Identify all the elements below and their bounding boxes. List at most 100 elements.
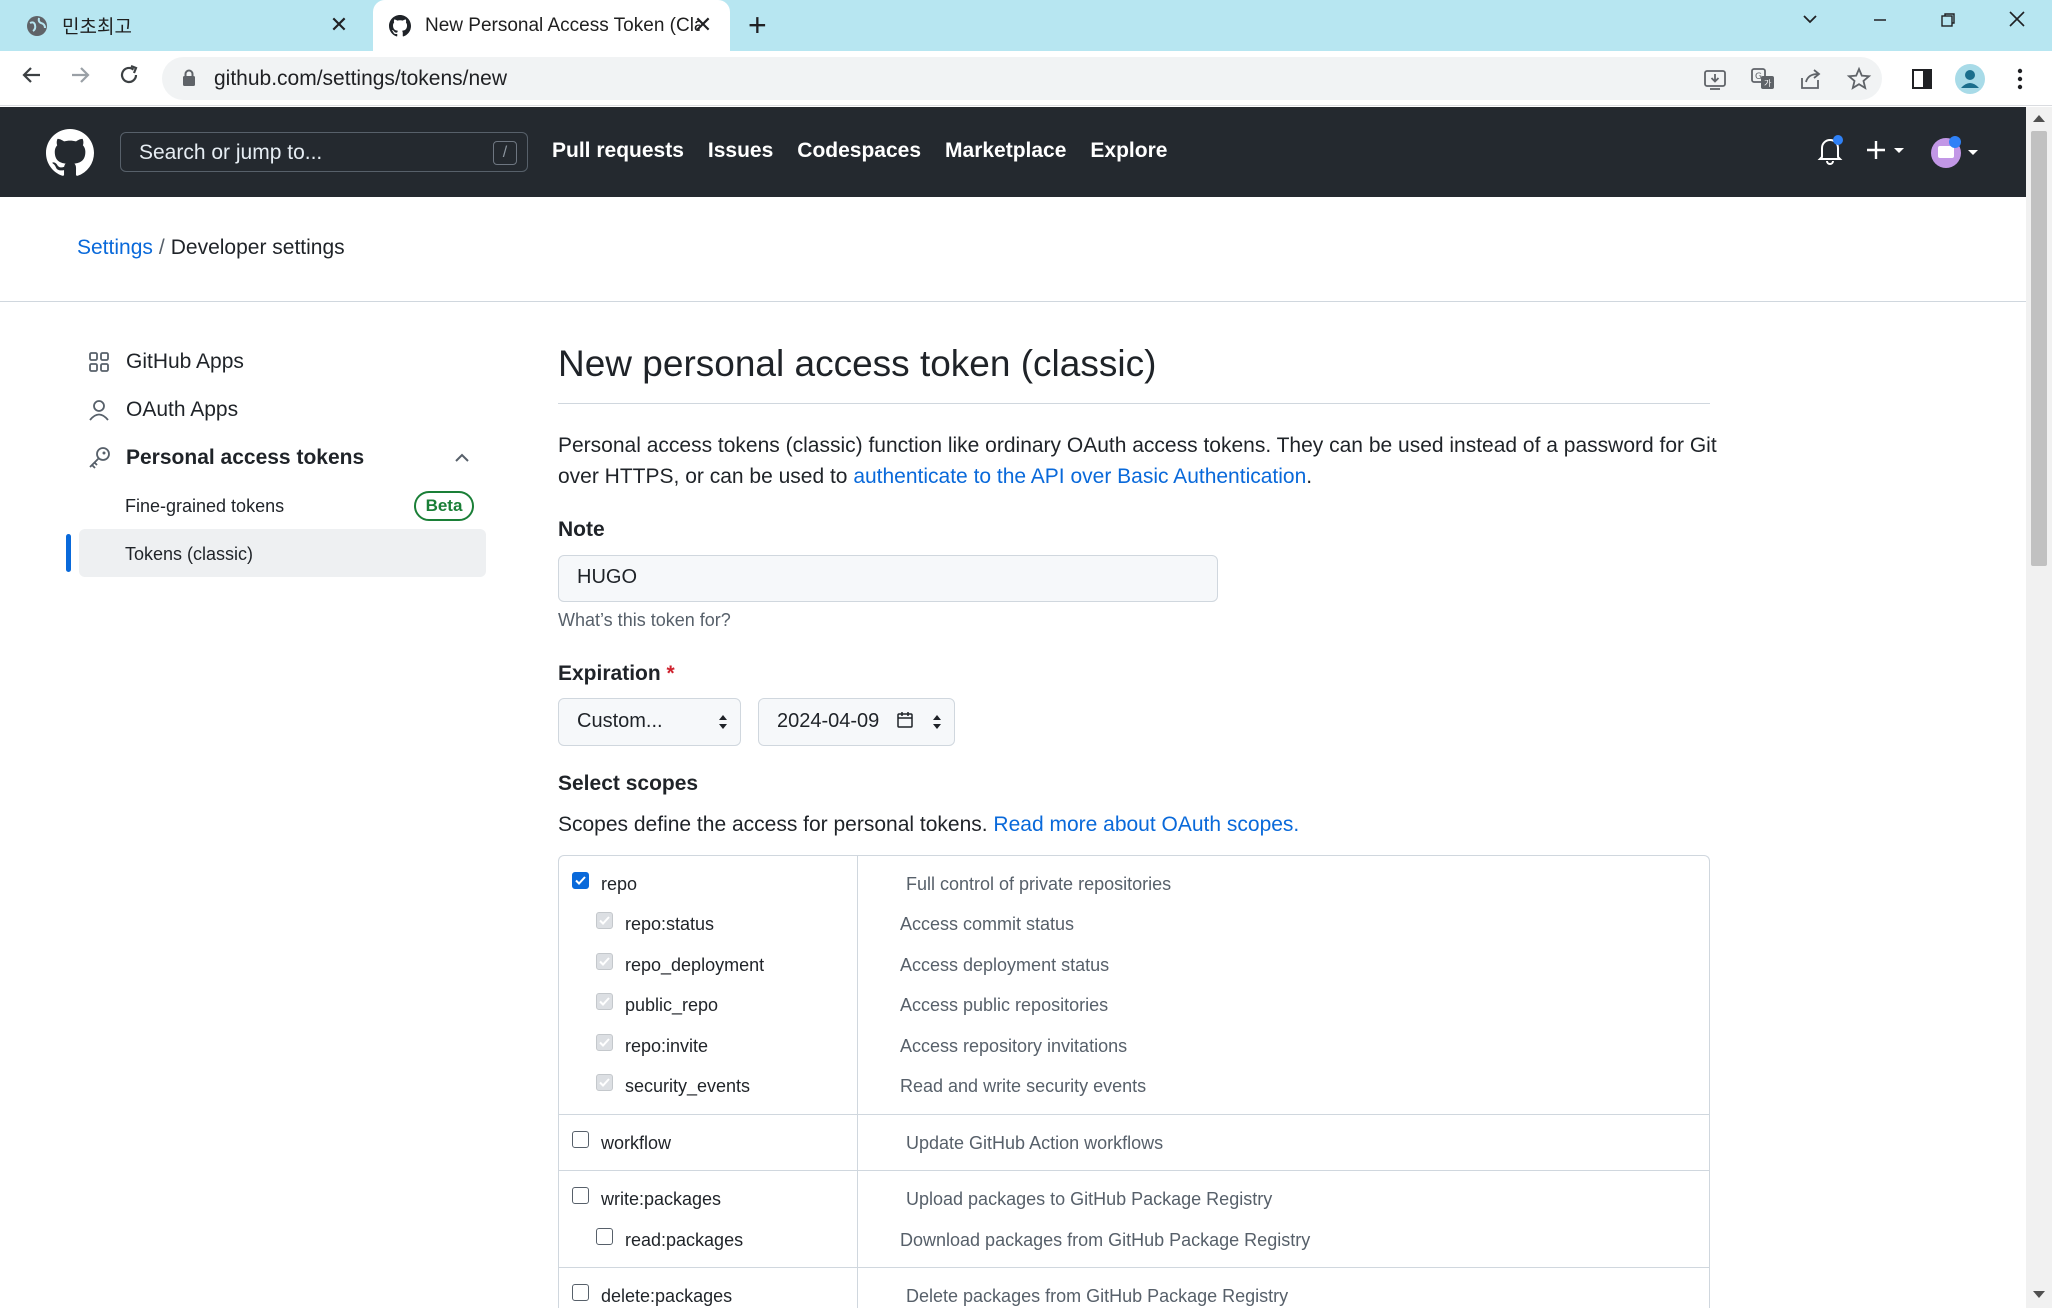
scope-column-divider xyxy=(857,1268,858,1308)
page-description: Personal access tokens (classic) functio… xyxy=(558,430,1718,492)
scope-name: write:packages xyxy=(601,1189,722,1209)
github-header: Search or jump to... / Pull requests Iss… xyxy=(0,107,2026,197)
scope-desc: Update GitHub Action workflows xyxy=(906,1133,1164,1153)
scope-group-divider xyxy=(559,1267,1709,1268)
required-asterisk: * xyxy=(666,662,675,685)
scope-checkbox-delete-packages[interactable] xyxy=(572,1284,589,1301)
scope-name: repo:invite xyxy=(625,1036,709,1056)
sidebar-item-oauth-apps[interactable]: OAuth Apps xyxy=(86,390,238,430)
browser-toolbar: github.com/settings/tokens/new G가 xyxy=(0,51,2052,106)
scrollbar-thumb[interactable] xyxy=(2031,131,2047,566)
scopes-description-text: Scopes define the access for personal to… xyxy=(558,813,994,836)
basic-auth-link[interactable]: authenticate to the API over Basic Authe… xyxy=(853,465,1306,488)
lock-icon[interactable] xyxy=(182,69,196,87)
nav-pull-requests[interactable]: Pull requests xyxy=(552,139,684,163)
sidebar-item-personal-access-tokens[interactable]: Personal access tokens xyxy=(86,438,364,478)
scope-column-divider xyxy=(857,1115,858,1170)
minimize-icon[interactable] xyxy=(1860,8,1900,34)
reload-icon[interactable] xyxy=(113,63,145,95)
scroll-down-arrow-icon[interactable] xyxy=(2033,1291,2045,1298)
notifications-bell-icon[interactable] xyxy=(1816,135,1844,170)
select-scopes-label: Select scopes xyxy=(558,772,699,795)
expiration-date-input[interactable]: 2024-04-09 xyxy=(758,698,955,746)
scope-checkbox-public-repo[interactable] xyxy=(596,993,613,1010)
calendar-icon[interactable] xyxy=(896,711,914,735)
expiration-select[interactable]: Custom... xyxy=(558,698,741,746)
sidebar-subitem-label: Tokens (classic) xyxy=(125,544,254,564)
sidebar-item-github-apps[interactable]: GitHub Apps xyxy=(86,342,244,382)
window-close-icon[interactable] xyxy=(1997,8,2037,34)
page-scrollbar[interactable] xyxy=(2026,107,2052,1308)
github-logo-icon[interactable] xyxy=(46,129,94,177)
close-tab-icon[interactable]: ✕ xyxy=(328,14,350,36)
profile-avatar-icon[interactable] xyxy=(1952,61,1988,97)
browser-tab-bar: 민초최고 ✕ New Personal Access Token (Classi… xyxy=(0,0,2052,51)
scope-checkbox-write-packages[interactable] xyxy=(572,1187,589,1204)
scope-desc: Access deployment status xyxy=(900,955,1110,975)
github-favicon-icon xyxy=(389,14,411,37)
bookmark-star-icon[interactable] xyxy=(1846,66,1872,92)
side-panel-icon[interactable] xyxy=(1904,61,1940,97)
scope-checkbox-repo[interactable] xyxy=(572,872,589,889)
share-icon[interactable] xyxy=(1798,66,1824,92)
breadcrumb-settings-link[interactable]: Settings xyxy=(77,236,153,259)
chevron-up-icon[interactable] xyxy=(452,448,472,468)
beta-badge: Beta xyxy=(414,491,474,521)
breadcrumb-current: Developer settings xyxy=(170,236,345,259)
date-stepper-icon[interactable] xyxy=(932,713,942,731)
scope-checkbox-repo-invite[interactable] xyxy=(596,1034,613,1051)
note-label: Note xyxy=(558,518,605,541)
nav-explore[interactable]: Explore xyxy=(1090,139,1167,163)
nav-marketplace[interactable]: Marketplace xyxy=(945,139,1066,163)
address-bar[interactable]: github.com/settings/tokens/new G가 xyxy=(162,57,1882,100)
key-icon xyxy=(86,445,112,471)
nav-codespaces[interactable]: Codespaces xyxy=(797,139,921,163)
scope-name: repo_deployment xyxy=(625,955,765,975)
sidebar-subitem-fine-grained-tokens[interactable]: Fine-grained tokens xyxy=(125,496,284,517)
apps-grid-icon xyxy=(86,349,112,375)
scope-name: workflow xyxy=(601,1133,672,1153)
person-icon xyxy=(86,397,112,423)
scope-name: delete:packages xyxy=(601,1286,733,1306)
nav-issues[interactable]: Issues xyxy=(708,139,773,163)
scope-checkbox-repo-deployment[interactable] xyxy=(596,953,613,970)
tab-search-chevron-icon[interactable] xyxy=(1790,8,1830,34)
forward-arrow-icon[interactable] xyxy=(64,63,96,95)
scroll-up-arrow-icon[interactable] xyxy=(2033,115,2045,122)
install-app-icon[interactable] xyxy=(1702,66,1728,92)
restore-icon[interactable] xyxy=(1928,8,1968,34)
scope-name: repo:status xyxy=(625,914,715,934)
scope-group-divider xyxy=(559,1170,1709,1171)
new-tab-plus-icon[interactable]: + xyxy=(748,9,767,41)
create-new-plus-icon[interactable] xyxy=(1866,135,1908,170)
scope-checkbox-read-packages[interactable] xyxy=(596,1228,613,1245)
scope-desc: Access public repositories xyxy=(900,995,1109,1015)
user-avatar-icon[interactable] xyxy=(1928,135,1980,174)
scope-checkbox-repo-status[interactable] xyxy=(596,912,613,929)
translate-icon[interactable]: G가 xyxy=(1750,66,1776,92)
scope-checkbox-workflow[interactable] xyxy=(572,1131,589,1148)
browser-tab-active[interactable]: New Personal Access Token (Classic) ✕ xyxy=(373,0,730,51)
scope-desc: Download packages from GitHub Package Re… xyxy=(900,1230,1311,1250)
scope-checkbox-security-events[interactable] xyxy=(596,1074,613,1091)
scope-name: repo xyxy=(601,874,638,894)
description-suffix: . xyxy=(1306,465,1313,488)
scopes-description: Scopes define the access for personal to… xyxy=(558,813,1299,837)
search-input[interactable]: Search or jump to... / xyxy=(120,132,528,172)
scope-column-divider xyxy=(857,1171,858,1267)
scope-name: public_repo xyxy=(625,995,719,1015)
svg-text:G: G xyxy=(1755,72,1762,82)
close-tab-icon[interactable]: ✕ xyxy=(692,14,714,36)
chrome-menu-icon[interactable] xyxy=(2002,61,2038,97)
browser-tab-inactive[interactable]: 민초최고 ✕ xyxy=(26,0,366,51)
expiration-label-text: Expiration xyxy=(558,662,661,685)
breadcrumb-separator: / xyxy=(158,236,165,259)
back-arrow-icon[interactable] xyxy=(16,63,48,95)
svg-text:가: 가 xyxy=(1764,79,1772,88)
expiration-select-value: Custom... xyxy=(577,710,663,732)
scope-column-divider xyxy=(857,856,858,1114)
sidebar-item-label: GitHub Apps xyxy=(126,350,244,373)
page-title: New personal access token (classic) xyxy=(558,343,1157,384)
note-input[interactable]: HUGO xyxy=(558,555,1218,602)
oauth-scopes-link[interactable]: Read more about OAuth scopes. xyxy=(993,813,1299,836)
